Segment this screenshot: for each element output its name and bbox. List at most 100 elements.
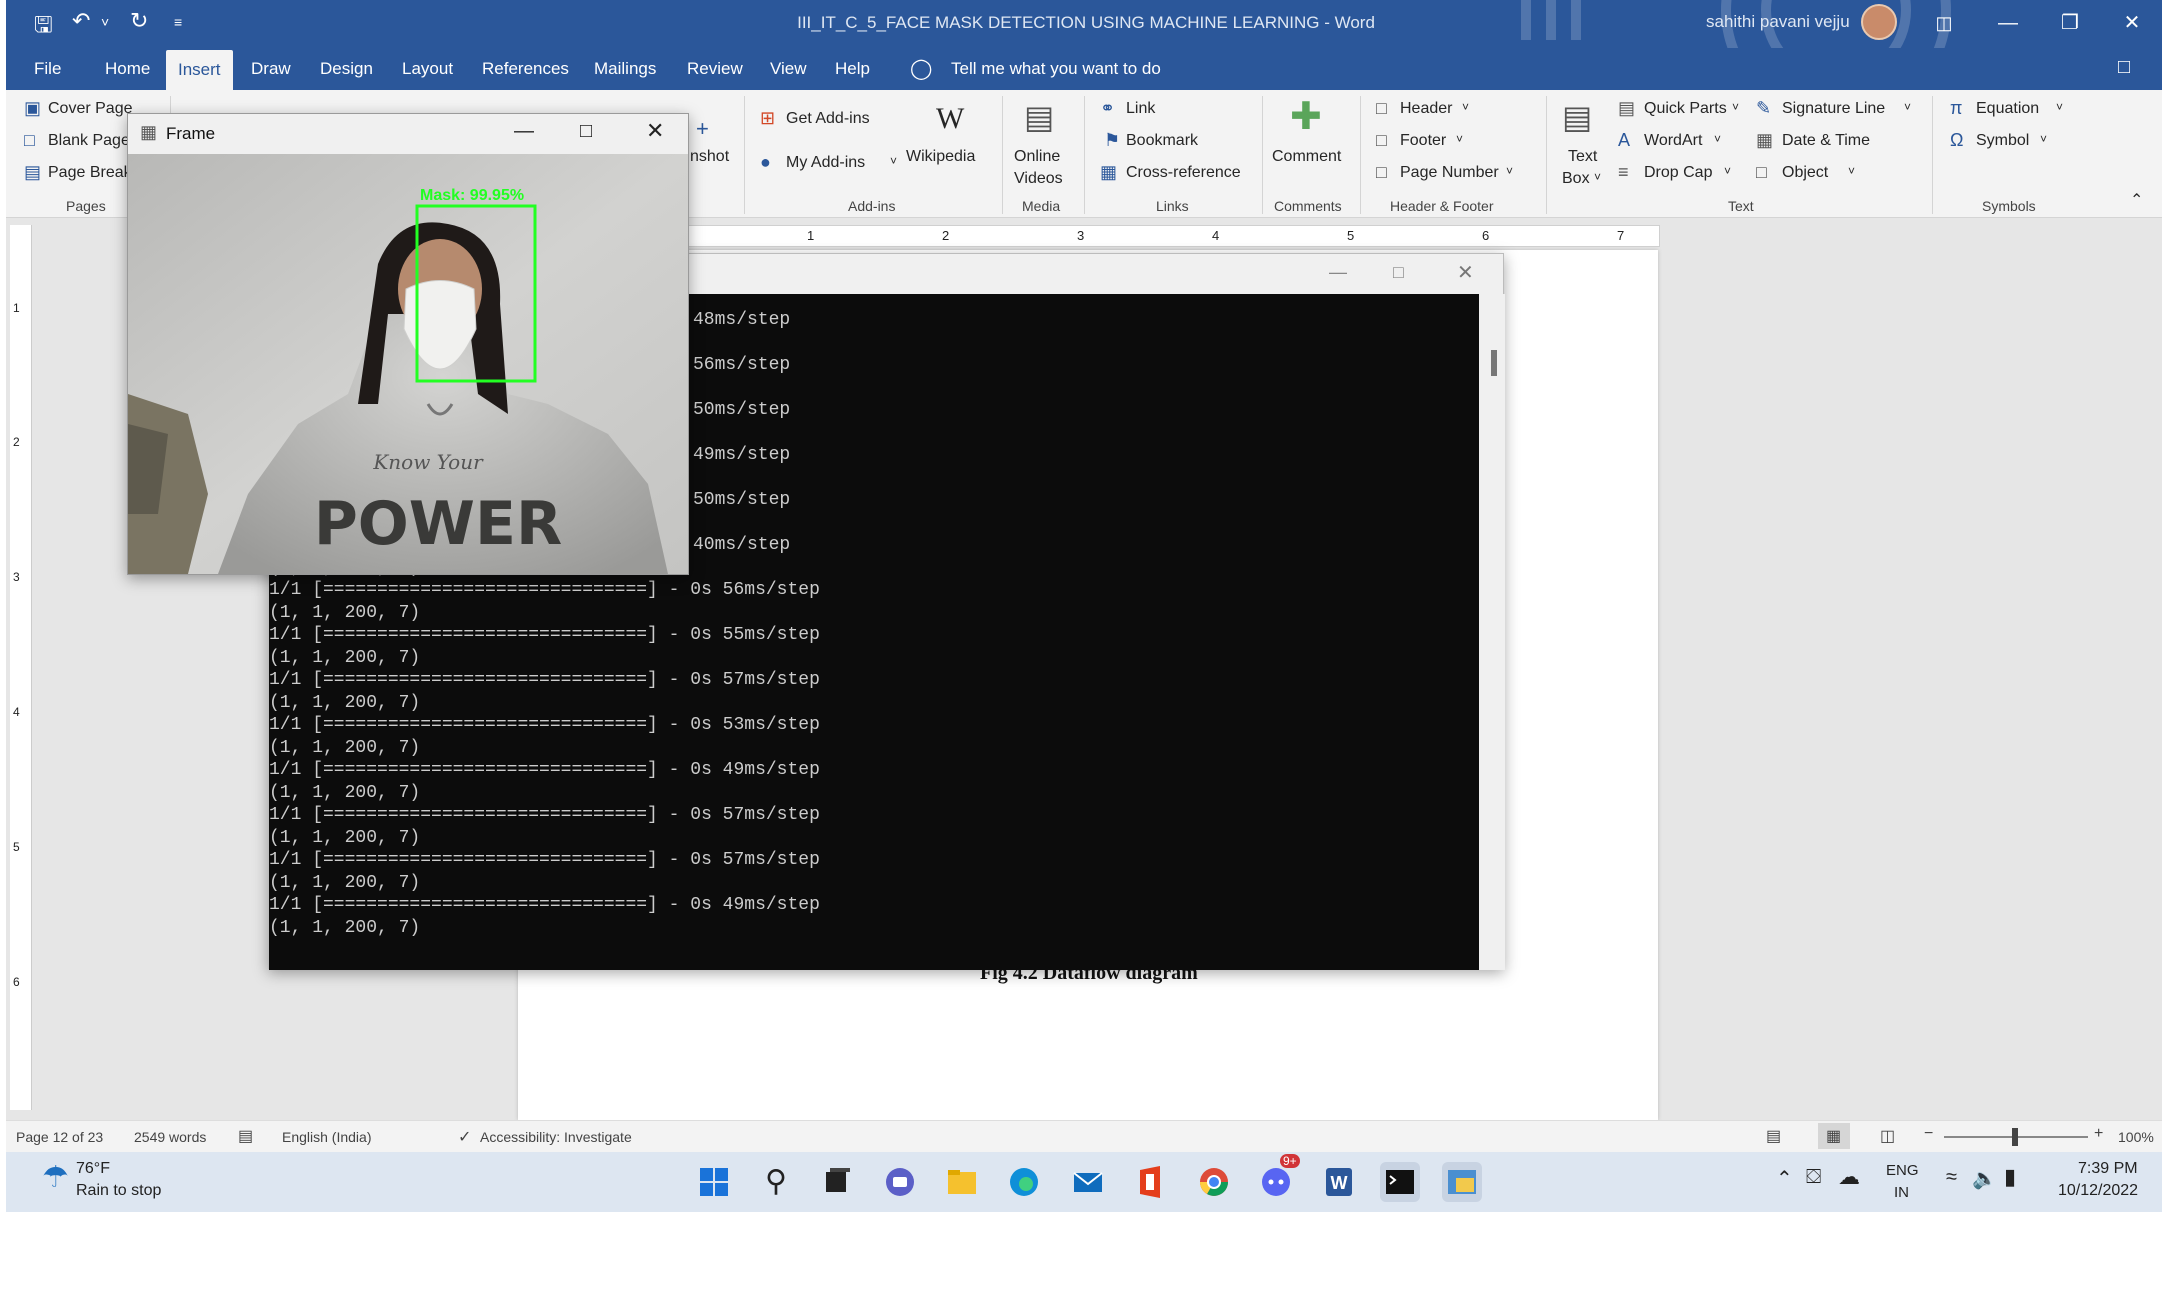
- link-button[interactable]: Link: [1126, 100, 1155, 118]
- python-frame-app-icon[interactable]: [1442, 1162, 1482, 1202]
- avatar[interactable]: [1861, 4, 1897, 40]
- symbol-button[interactable]: Symbol: [1976, 132, 2029, 150]
- tab-mailings[interactable]: Mailings: [594, 59, 656, 79]
- page-break-button[interactable]: Page Break: [48, 164, 132, 182]
- tab-review[interactable]: Review: [687, 59, 743, 79]
- header-dropdown-icon[interactable]: ˅: [1462, 100, 1469, 114]
- object-dropdown-icon[interactable]: ˅: [1848, 164, 1855, 178]
- text-box-label-1[interactable]: Text: [1568, 148, 1597, 166]
- weather-temp[interactable]: 76°F: [76, 1160, 110, 1178]
- my-addins-dropdown-icon[interactable]: ˅: [890, 154, 897, 168]
- zoom-slider-thumb[interactable]: [2012, 1128, 2018, 1146]
- show-hidden-icons[interactable]: ⌃: [1776, 1166, 1793, 1191]
- header-button[interactable]: Header: [1400, 100, 1452, 118]
- symbol-dropdown-icon[interactable]: ˅: [2040, 132, 2047, 146]
- tab-view[interactable]: View: [770, 59, 807, 79]
- tab-references[interactable]: References: [482, 59, 569, 79]
- clock-time[interactable]: 7:39 PM: [2078, 1160, 2138, 1178]
- task-view-icon[interactable]: [816, 1162, 856, 1202]
- teams-chat-icon[interactable]: [880, 1162, 920, 1202]
- onedrive-cloud-icon[interactable]: ☁: [1838, 1164, 1860, 1190]
- tab-insert[interactable]: Insert: [166, 50, 233, 90]
- start-button[interactable]: [694, 1162, 734, 1202]
- blank-page-button[interactable]: Blank Page: [48, 132, 130, 150]
- battery-icon[interactable]: ▮: [2004, 1164, 2016, 1190]
- drop-cap-dropdown-icon[interactable]: ˅: [1724, 164, 1731, 178]
- ribbon-display-options-icon[interactable]: ◫: [1924, 6, 1964, 40]
- console-maximize-icon[interactable]: □: [1393, 262, 1404, 283]
- signature-line-button[interactable]: Signature Line: [1782, 100, 1885, 118]
- restore-icon[interactable]: ❐: [2050, 6, 2090, 40]
- drop-cap-button[interactable]: Drop Cap: [1644, 164, 1712, 182]
- save-icon[interactable]: 🖫: [34, 8, 53, 46]
- cross-reference-button[interactable]: Cross-reference: [1126, 164, 1241, 182]
- tab-home[interactable]: Home: [105, 59, 150, 79]
- comments-icon[interactable]: □: [2118, 56, 2130, 79]
- close-icon[interactable]: ✕: [2112, 6, 2152, 40]
- zoom-in-icon[interactable]: +: [2094, 1125, 2103, 1143]
- page-number-dropdown-icon[interactable]: ˅: [1506, 164, 1513, 178]
- screenshot-button[interactable]: nshot: [690, 148, 729, 166]
- edge-icon[interactable]: [1004, 1162, 1044, 1202]
- search-icon[interactable]: ⚲: [756, 1162, 796, 1202]
- my-addins-button[interactable]: My Add-ins: [786, 154, 865, 172]
- file-explorer-icon[interactable]: [942, 1162, 982, 1202]
- online-videos-label-2[interactable]: Videos: [1014, 170, 1063, 188]
- accessibility-status[interactable]: Accessibility: Investigate: [480, 1129, 632, 1145]
- wifi-icon[interactable]: ≈: [1946, 1166, 1957, 1189]
- word-count[interactable]: 2549 words: [134, 1129, 206, 1145]
- language-status[interactable]: English (India): [282, 1129, 372, 1145]
- language-indicator-2[interactable]: IN: [1894, 1184, 1909, 1201]
- equation-button[interactable]: Equation: [1976, 100, 2039, 118]
- user-name[interactable]: sahithi pavani vejju: [1706, 12, 1850, 32]
- frame-close-icon[interactable]: ✕: [646, 118, 664, 144]
- console-close-icon[interactable]: ✕: [1457, 260, 1474, 285]
- undo-dropdown-icon[interactable]: ˅: [101, 14, 109, 30]
- word-app-icon[interactable]: W: [1318, 1162, 1358, 1202]
- online-videos-label-1[interactable]: Online: [1014, 148, 1060, 166]
- minimize-icon[interactable]: —: [1988, 6, 2028, 40]
- console-scroll-thumb[interactable]: [1491, 350, 1497, 376]
- volume-icon[interactable]: 🔈: [1972, 1166, 1997, 1191]
- tell-me-search[interactable]: Tell me what you want to do: [951, 59, 1161, 79]
- undo-icon[interactable]: ↶: [72, 8, 90, 34]
- language-indicator-1[interactable]: ENG: [1886, 1162, 1919, 1179]
- chrome-icon[interactable]: [1194, 1162, 1234, 1202]
- frame-minimize-icon[interactable]: —: [514, 120, 534, 143]
- get-addins-button[interactable]: Get Add-ins: [786, 110, 870, 128]
- wordart-dropdown-icon[interactable]: ˅: [1714, 132, 1721, 146]
- tab-file[interactable]: File: [34, 59, 61, 79]
- web-layout-icon[interactable]: ◫: [1880, 1126, 1895, 1146]
- quick-parts-dropdown-icon[interactable]: ˅: [1732, 100, 1739, 114]
- tab-help[interactable]: Help: [835, 59, 870, 79]
- comment-button[interactable]: Comment: [1272, 148, 1341, 166]
- frame-window[interactable]: ▦ Frame — □ ✕ Know Your POWER Mask: 99.9…: [127, 113, 689, 575]
- signature-line-dropdown-icon[interactable]: ˅: [1904, 100, 1911, 114]
- text-box-dropdown-icon[interactable]: ˅: [1594, 170, 1601, 184]
- object-button[interactable]: Object: [1782, 164, 1828, 182]
- page-count[interactable]: Page 12 of 23: [16, 1129, 103, 1145]
- text-box-label-2[interactable]: Box: [1562, 170, 1590, 188]
- customize-quick-access-icon[interactable]: ≡: [174, 14, 182, 30]
- zoom-out-icon[interactable]: −: [1924, 1125, 1933, 1143]
- wikipedia-button[interactable]: Wikipedia: [906, 148, 975, 166]
- collapse-ribbon-icon[interactable]: ⌃: [2130, 190, 2143, 210]
- equation-dropdown-icon[interactable]: ˅: [2056, 100, 2063, 114]
- proofing-icon[interactable]: ▤: [238, 1126, 253, 1146]
- wordart-button[interactable]: WordArt: [1644, 132, 1702, 150]
- redo-icon[interactable]: ↻: [130, 8, 148, 34]
- frame-maximize-icon[interactable]: □: [580, 120, 592, 143]
- page-number-button[interactable]: Page Number: [1400, 164, 1499, 182]
- office-icon[interactable]: [1130, 1162, 1170, 1202]
- footer-button[interactable]: Footer: [1400, 132, 1446, 150]
- cover-page-button[interactable]: Cover Page: [48, 100, 133, 118]
- date-time-button[interactable]: Date & Time: [1782, 132, 1870, 150]
- read-mode-icon[interactable]: ▤: [1766, 1126, 1781, 1146]
- tab-design[interactable]: Design: [320, 59, 373, 79]
- mail-icon[interactable]: [1068, 1162, 1108, 1202]
- console-minimize-icon[interactable]: —: [1329, 262, 1347, 283]
- quick-parts-button[interactable]: Quick Parts: [1644, 100, 1727, 118]
- discord-icon[interactable]: [1256, 1162, 1296, 1202]
- terminal-app-icon[interactable]: [1380, 1162, 1420, 1202]
- weather-desc[interactable]: Rain to stop: [76, 1182, 161, 1200]
